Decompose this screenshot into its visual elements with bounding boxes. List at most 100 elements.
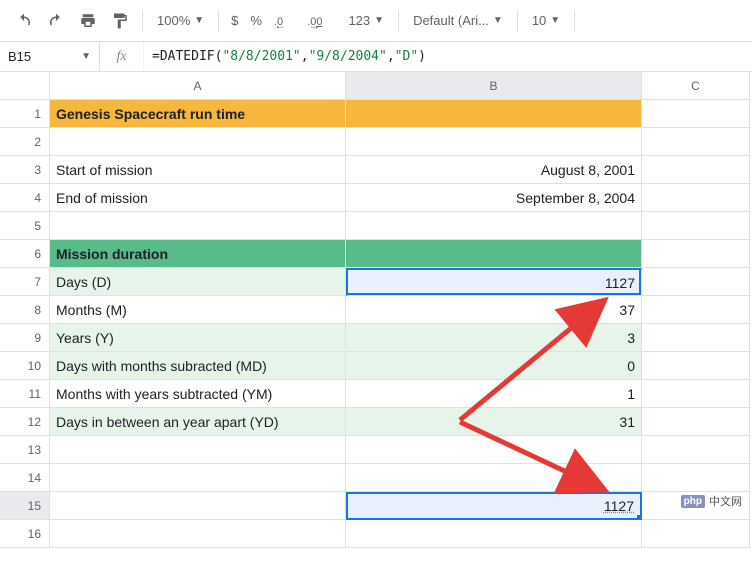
cell-b6[interactable] [346,240,642,268]
font-size-value: 10 [532,13,546,28]
cell-c7[interactable] [642,268,750,296]
row-header[interactable]: 11 [0,380,50,408]
cell-a16[interactable] [50,520,346,548]
row-header[interactable]: 7 [0,268,50,296]
font-size-selector[interactable]: 10 ▼ [526,13,566,28]
cell-b9[interactable]: 3 [346,324,642,352]
cell-c3[interactable] [642,156,750,184]
fx-icon: fx [100,42,144,71]
cell-a7[interactable]: Days (D) [50,268,346,296]
cell-b15-value: 1127 [604,498,634,514]
active-cell-ref: B15 [8,49,31,64]
cell-b5[interactable] [346,212,642,240]
name-box[interactable]: B15 ▼ [0,42,100,71]
selection-handle[interactable] [637,515,642,520]
format-currency-button[interactable]: $ [227,13,242,28]
cell-c5[interactable] [642,212,750,240]
cell-c11[interactable] [642,380,750,408]
cell-a9[interactable]: Years (Y) [50,324,346,352]
row-header[interactable]: 10 [0,352,50,380]
row-header[interactable]: 9 [0,324,50,352]
cell-c2[interactable] [642,128,750,156]
cell-b4[interactable]: September 8, 2004 [346,184,642,212]
formula-fn: DATEDIF [160,49,215,64]
row-header[interactable]: 1 [0,100,50,128]
cell-a14[interactable] [50,464,346,492]
select-all-corner[interactable] [0,72,50,100]
watermark: php 中文网 [677,492,746,510]
cell-c12[interactable] [642,408,750,436]
cell-b12[interactable]: 31 [346,408,642,436]
row-header[interactable]: 8 [0,296,50,324]
decrease-decimal-button[interactable]: .0← [270,13,299,28]
chevron-down-icon: ▼ [81,51,91,62]
cell-a13[interactable] [50,436,346,464]
row-header[interactable]: 13 [0,436,50,464]
cell-c14[interactable] [642,464,750,492]
cell-b1[interactable] [346,100,642,128]
cell-c8[interactable] [642,296,750,324]
formula-arg3: "D" [395,49,418,64]
cell-a4[interactable]: End of mission [50,184,346,212]
cell-c4[interactable] [642,184,750,212]
formula-input[interactable]: = DATEDIF ( "8/8/2001" , "9/8/2004" , "D… [144,42,752,71]
separator [517,10,518,32]
row-header[interactable]: 16 [0,520,50,548]
cell-b11[interactable]: 1 [346,380,642,408]
cell-a1[interactable]: Genesis Spacecraft run time [50,100,346,128]
formula-bar: B15 ▼ fx = DATEDIF ( "8/8/2001" , "9/8/2… [0,42,752,72]
spreadsheet-grid: A B C 1 Genesis Spacecraft run time 2 3 … [0,72,752,548]
cell-a12[interactable]: Days in between an year apart (YD) [50,408,346,436]
cell-b14[interactable] [346,464,642,492]
column-header-a[interactable]: A [50,72,346,100]
cell-c1[interactable] [642,100,750,128]
cell-c6[interactable] [642,240,750,268]
print-button[interactable] [74,7,102,35]
separator [574,10,575,32]
formula-comma: , [387,49,395,64]
cell-b13[interactable] [346,436,642,464]
cell-a11[interactable]: Months with years subtracted (YM) [50,380,346,408]
cell-c13[interactable] [642,436,750,464]
increase-decimal-button[interactable]: .00→ [303,13,338,28]
cell-a15[interactable] [50,492,346,520]
row-header[interactable]: 3 [0,156,50,184]
row-header[interactable]: 15 [0,492,50,520]
formula-arg2: "9/8/2004" [309,49,387,64]
row-header[interactable]: 4 [0,184,50,212]
formula-arg1: "8/8/2001" [222,49,300,64]
undo-button[interactable] [10,7,38,35]
cell-b8[interactable]: 37 [346,296,642,324]
row-header[interactable]: 2 [0,128,50,156]
cell-c9[interactable] [642,324,750,352]
redo-button[interactable] [42,7,70,35]
row-header[interactable]: 5 [0,212,50,240]
cell-a10[interactable]: Days with months subracted (MD) [50,352,346,380]
cell-b3[interactable]: August 8, 2001 [346,156,642,184]
chevron-down-icon: ▼ [194,15,204,26]
cell-a2[interactable] [50,128,346,156]
cell-a5[interactable] [50,212,346,240]
cell-b15[interactable]: 1127 [346,492,642,520]
format-percent-button[interactable]: % [246,13,266,28]
more-formats-button[interactable]: 123 ▼ [342,13,390,28]
cell-b16[interactable] [346,520,642,548]
cell-a8[interactable]: Months (M) [50,296,346,324]
cell-a3[interactable]: Start of mission [50,156,346,184]
format-123-label: 123 [348,13,370,28]
row-header[interactable]: 12 [0,408,50,436]
formula-close: ) [418,49,426,64]
cell-b7[interactable]: 1127 [346,268,642,296]
column-header-c[interactable]: C [642,72,750,100]
cell-a6[interactable]: Mission duration [50,240,346,268]
cell-c16[interactable] [642,520,750,548]
font-selector[interactable]: Default (Ari... ▼ [407,13,509,28]
cell-c10[interactable] [642,352,750,380]
row-header[interactable]: 6 [0,240,50,268]
cell-b10[interactable]: 0 [346,352,642,380]
column-header-b[interactable]: B [346,72,642,100]
row-header[interactable]: 14 [0,464,50,492]
cell-b2[interactable] [346,128,642,156]
paint-format-button[interactable] [106,7,134,35]
zoom-selector[interactable]: 100% ▼ [151,13,210,28]
